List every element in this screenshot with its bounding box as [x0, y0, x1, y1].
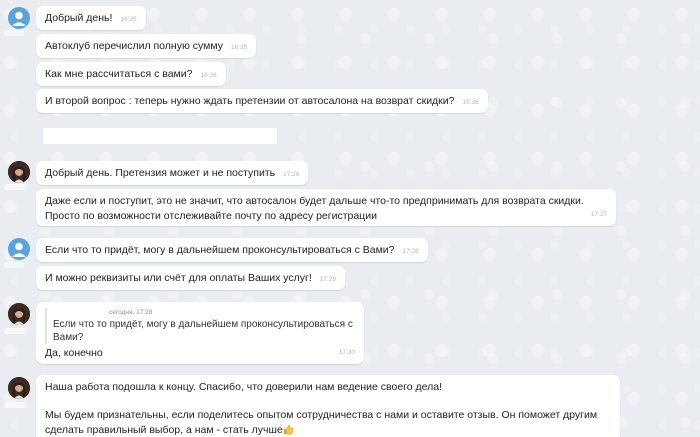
message-time: 16:36	[200, 72, 217, 79]
quoted-message-time: сегодня, 17:28	[109, 309, 153, 316]
message-time: 17:28	[402, 248, 419, 255]
message-time: 16:35	[230, 44, 248, 51]
quoted-message-text: Если что то придёт, могу в дальнейшем пр…	[53, 319, 353, 343]
message-text: Как мне рассчитаться с вами?	[45, 68, 193, 80]
client-avatar-icon[interactable]	[8, 238, 30, 260]
message-bubble[interactable]: сегодня, 17:28 Если что то придёт, могу …	[36, 302, 364, 364]
chat-history: Добрый день! 16:35 Автоклуб перечислил по…	[0, 0, 700, 437]
message-time: 17:30	[338, 349, 355, 356]
message-bubble[interactable]: Как мне рассчитаться с вами? 16:36	[36, 62, 226, 86]
message-bubble[interactable]: Наша работа подошла к концу. Спасибо, чт…	[36, 375, 620, 437]
message-text: Добрый день. Претензия может и не поступ…	[45, 167, 276, 179]
message-text: Автоклуб перечислил полную сумму	[45, 40, 223, 52]
message-text: Наша работа подошла к концу. Спасибо, чт…	[45, 381, 443, 393]
message-time: 17:26	[283, 171, 300, 178]
sender-name-redacted	[4, 262, 24, 268]
redacted-area	[43, 128, 277, 144]
lawyer-avatar[interactable]	[8, 377, 30, 399]
message-time: 17:27	[590, 211, 607, 218]
message-bubble[interactable]: И второй вопрос : теперь нужно ждать пре…	[36, 89, 488, 113]
message-time: 16:35	[120, 16, 137, 23]
message-bubble[interactable]: Автоклуб перечислил полную сумму 16:35	[36, 34, 257, 58]
message-time: 17:29	[319, 276, 337, 283]
client-avatar-icon[interactable]	[8, 7, 30, 29]
message-bubble[interactable]: И можно реквизиты или счёт для оплаты Ва…	[36, 266, 346, 290]
sender-name-redacted	[4, 328, 26, 334]
sender-name-redacted	[4, 184, 26, 190]
message-text-paragraph: Мы будем признательны, если поделитесь о…	[45, 408, 611, 437]
lawyer-avatar[interactable]	[8, 303, 30, 325]
message-bubble[interactable]: Добрый день. Претензия может и не поступ…	[36, 161, 309, 185]
quoted-message[interactable]: сегодня, 17:28 Если что то придёт, могу …	[45, 308, 355, 344]
message-text: Добрый день!	[45, 12, 113, 24]
message-text: Да, конечно	[45, 347, 103, 359]
message-bubble[interactable]: Добрый день! 16:35	[36, 6, 146, 30]
message-time: 16:36	[462, 99, 479, 106]
message-bubble[interactable]: Даже если и поступит, это не значит, что…	[36, 189, 616, 226]
message-text: Даже если и поступит, это не значит, что…	[45, 195, 584, 222]
lawyer-avatar[interactable]	[8, 161, 30, 183]
message-text: Мы будем признательны, если поделитесь о…	[45, 409, 598, 436]
sender-name-redacted	[4, 30, 24, 36]
message-text: Если что то придёт, могу в дальнейшем пр…	[45, 244, 395, 256]
message-bubble[interactable]: Если что то придёт, могу в дальнейшем пр…	[36, 238, 428, 262]
message-text: И второй вопрос : теперь нужно ждать пре…	[45, 95, 455, 107]
message-text: И можно реквизиты или счёт для оплаты Ва…	[45, 272, 312, 284]
sender-name-redacted	[4, 402, 26, 408]
thumbs-up-icon	[283, 424, 294, 435]
